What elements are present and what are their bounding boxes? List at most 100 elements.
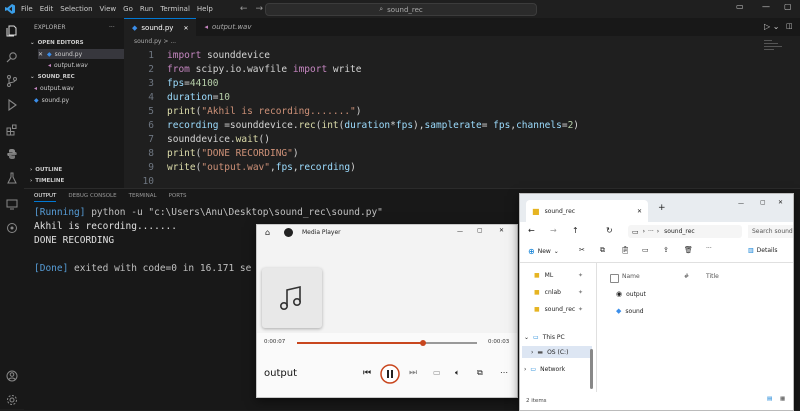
code-line[interactable]: 9 write("output.wav", fps, recording) <box>124 160 356 174</box>
open-editors-header[interactable]: ⌄ OPEN EDITORS <box>30 38 84 48</box>
file-output-wav[interactable]: ◂ output.wav <box>34 83 74 93</box>
close-icon[interactable]: ✕ <box>183 25 188 32</box>
tab-sound-py[interactable]: ◆ sound.py ✕ <box>124 18 197 37</box>
share-icon[interactable]: ⇪ <box>663 246 669 254</box>
nav-item-this-pc[interactable]: ⌄ ▭ This PC <box>524 334 565 341</box>
close-icon[interactable]: ✕ <box>499 227 504 234</box>
maximize-icon[interactable]: ▢ <box>784 2 792 11</box>
code-line[interactable]: 3 fps = 44100 <box>124 76 218 90</box>
search-icon[interactable] <box>6 51 18 63</box>
code-line[interactable]: 2 from scipy.io.wavfile import write <box>124 62 361 76</box>
docker-icon[interactable] <box>6 222 18 234</box>
menu-item-help[interactable]: Help <box>197 5 213 13</box>
new-tab-icon[interactable]: + <box>658 203 666 213</box>
minimize-icon[interactable]: — <box>738 200 744 207</box>
code-line[interactable]: 10 <box>124 174 167 188</box>
code-editor[interactable]: ◆ sound.py ✕ ◂ output.wav sound.py > ...… <box>124 18 800 188</box>
scrollbar-thumb[interactable] <box>590 349 593 389</box>
previous-icon[interactable]: ⏮ <box>363 368 371 378</box>
files-icon[interactable] <box>6 25 18 37</box>
split-editor-icon[interactable]: ◫ <box>786 22 793 30</box>
cut-icon[interactable]: ✂ <box>579 246 585 254</box>
tiles-view-icon[interactable]: ▦ <box>780 396 785 402</box>
column-number[interactable]: # <box>684 273 689 280</box>
panel-tab-debug-console[interactable]: DEBUG CONSOLE <box>68 193 116 202</box>
remote-explorer-icon[interactable] <box>6 198 18 210</box>
settings-gear-icon[interactable] <box>6 394 18 406</box>
search-input[interactable]: Search sound <box>748 225 793 238</box>
breadcrumb[interactable]: sound.py > ... <box>134 38 176 45</box>
more-options-icon[interactable]: ⋯ <box>500 368 508 377</box>
forward-arrow-icon[interactable]: → <box>255 4 263 14</box>
minimize-icon[interactable]: — <box>762 2 770 11</box>
up-arrow-icon[interactable]: ↑ <box>572 226 579 235</box>
panel-tab-output[interactable]: OUTPUT <box>34 193 57 202</box>
file-sound-py[interactable]: ◆ sound.py <box>34 95 69 105</box>
testing-flask-icon[interactable] <box>6 172 18 184</box>
new-button[interactable]: ⊕ New ⌄ <box>528 247 559 256</box>
nav-item-os-drive[interactable]: › ▬ OS (C:) <box>522 346 592 358</box>
pin-icon[interactable]: ✦ <box>578 306 583 313</box>
menu-item-edit[interactable]: Edit <box>40 5 54 13</box>
open-editor-output-wav[interactable]: ◂ output.wav <box>48 60 88 70</box>
pin-icon[interactable]: ✦ <box>578 272 583 279</box>
code-line[interactable]: 5 print("Akhil is recording.......") <box>124 104 361 118</box>
file-row[interactable]: ◉ output <box>616 290 646 298</box>
code-line[interactable]: 6 recording =sounddevice. rec(int(duration… <box>124 118 579 132</box>
tab-output-wav[interactable]: ◂ output.wav <box>196 18 259 36</box>
copy-icon[interactable]: ⧉ <box>600 246 605 255</box>
back-arrow-icon[interactable]: ← <box>240 4 248 14</box>
maximize-icon[interactable]: ▢ <box>477 227 483 234</box>
more-options-icon[interactable]: ··· <box>706 245 712 252</box>
extensions-icon[interactable] <box>6 124 18 136</box>
delete-icon[interactable]: 🗑︎ <box>684 246 693 254</box>
panel-tab-terminal[interactable]: TERMINAL <box>129 193 157 202</box>
menu-item-terminal[interactable]: Terminal <box>160 5 190 13</box>
details-button[interactable]: ▥ Details <box>748 247 777 254</box>
rename-icon[interactable]: ▭ <box>642 246 649 254</box>
menu-item-run[interactable]: Run <box>140 5 153 13</box>
run-debug-icon[interactable] <box>6 99 18 111</box>
forward-arrow-icon[interactable]: → <box>550 226 557 235</box>
code-line[interactable]: 1 import sounddevice <box>124 48 270 62</box>
run-play-icon[interactable]: ▷ ⌄ <box>764 22 779 31</box>
folder-header[interactable]: ⌄ SOUND_REC <box>30 72 75 82</box>
miniplayer-icon[interactable]: ▭ <box>433 368 441 377</box>
nav-item-network[interactable]: › ▭ Network <box>524 366 565 373</box>
open-editor-sound-py[interactable]: ✕ ◆ sound.py <box>38 49 124 59</box>
panel-tab-ports[interactable]: PORTS <box>169 193 187 202</box>
code-line[interactable]: 7 sounddevice. wait() <box>124 132 270 146</box>
back-arrow-icon[interactable]: ← <box>528 226 535 235</box>
file-row[interactable]: ◆ sound <box>616 307 644 315</box>
python-icon[interactable] <box>6 148 18 160</box>
column-title[interactable]: Title <box>706 273 719 280</box>
close-icon[interactable]: ✕ <box>38 51 43 58</box>
pin-icon[interactable]: ✦ <box>578 289 583 296</box>
more-actions-icon[interactable]: ··· <box>109 22 115 32</box>
refresh-icon[interactable]: ↻ <box>606 226 613 235</box>
outline-header[interactable]: › OUTLINE <box>30 165 62 175</box>
minimize-icon[interactable]: — <box>457 228 463 235</box>
volume-icon[interactable]: 🔈︎ <box>455 368 460 378</box>
cast-icon[interactable]: ⧉ <box>477 368 483 378</box>
pause-button[interactable] <box>380 364 400 384</box>
explorer-tab[interactable]: ■ sound_rec ✕ <box>526 200 648 222</box>
menu-item-go[interactable]: Go <box>123 5 133 13</box>
nav-item-cnlab[interactable]: ■ cnlab ✦ <box>534 289 583 296</box>
home-icon[interactable]: ⌂ <box>265 228 270 237</box>
minimap[interactable] <box>764 38 786 54</box>
seek-bar[interactable] <box>297 339 477 347</box>
source-control-icon[interactable] <box>6 75 18 87</box>
menu-item-selection[interactable]: Selection <box>60 5 92 13</box>
next-icon[interactable]: ⏭ <box>409 368 417 378</box>
select-all-checkbox[interactable] <box>610 274 619 283</box>
nav-item-ml[interactable]: ■ ML ✦ <box>534 272 583 279</box>
code-line[interactable]: 8 print("DONE RECORDING") <box>124 146 298 160</box>
column-name[interactable]: Name <box>622 273 640 280</box>
close-icon[interactable]: ✕ <box>637 208 642 215</box>
menu-item-view[interactable]: View <box>100 5 117 13</box>
maximize-icon[interactable]: ▢ <box>760 199 766 206</box>
layout-icon[interactable]: ▭ <box>736 2 744 11</box>
close-icon[interactable]: ✕ <box>778 199 783 206</box>
menu-item-file[interactable]: File <box>21 5 33 13</box>
